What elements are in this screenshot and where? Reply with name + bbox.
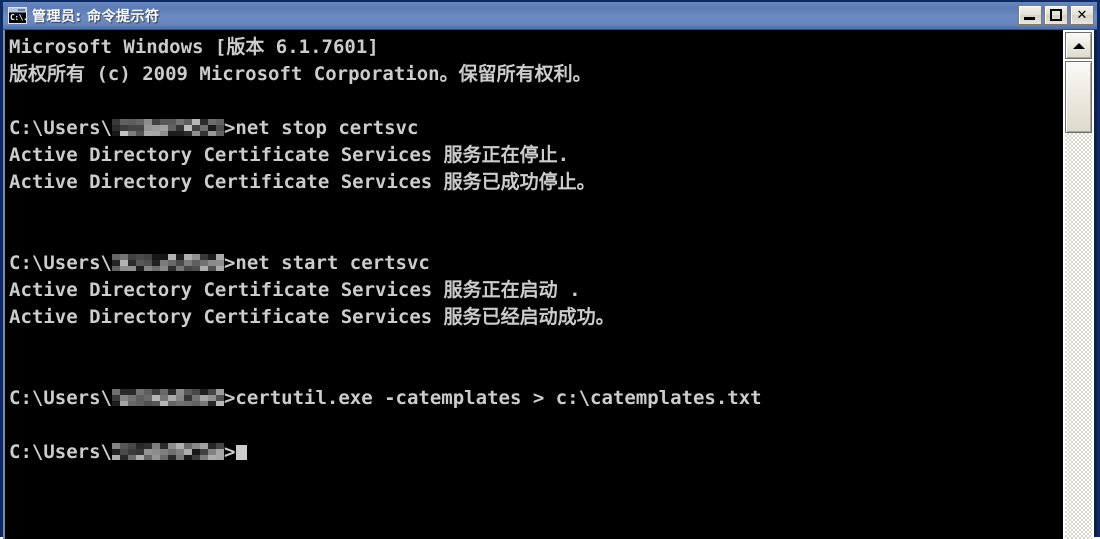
username-redacted [111, 389, 224, 406]
prompt-path-prefix: C:\Users\ [9, 252, 112, 274]
console-lines: Microsoft Windows [版本 6.1.7601] 版权所有 (c) … [9, 34, 1066, 466]
scroll-up-arrow-icon [1072, 42, 1085, 49]
prompt-caret: > [223, 441, 236, 463]
window-controls: ✕ [1018, 5, 1094, 25]
prompt-path-prefix: C:\Users\ [9, 441, 112, 463]
minimize-icon [1024, 17, 1035, 20]
scroll-track[interactable] [1065, 61, 1092, 539]
console-output-line: Active Directory Certificate Services 服务… [9, 171, 596, 193]
prompt-caret: > [223, 387, 236, 409]
maximize-button[interactable] [1044, 5, 1068, 25]
console-output-line: Active Directory Certificate Services 服务… [9, 306, 615, 328]
username-redacted [111, 443, 224, 460]
console-output-line: Microsoft Windows [版本 6.1.7601] [9, 36, 379, 58]
console-command: net start certsvc [235, 252, 430, 274]
console-scrollbar[interactable] [1063, 30, 1094, 539]
console-command: certutil.exe -catemplates > c:\catemplat… [235, 387, 762, 409]
console-prompt-line: C:\Users\ > [9, 439, 1066, 466]
command-prompt-window: C:\. 管理员: 命令提示符 ✕ Microsoft Windows [版本 … [0, 0, 1100, 539]
console-prompt-line: C:\Users\ >net start certsvc [9, 250, 1066, 277]
prompt-caret: > [223, 252, 236, 274]
cmd-console-icon: C:\. [8, 7, 28, 24]
prompt-caret: > [223, 117, 236, 139]
console-prompt-line: C:\Users\ >net stop certsvc [9, 115, 1066, 142]
console-output-line: 版权所有 (c) 2009 Microsoft Corporation。保留所有… [9, 63, 592, 85]
close-icon: ✕ [1076, 7, 1088, 23]
prompt-path-prefix: C:\Users\ [9, 117, 112, 139]
prompt-path-prefix: C:\Users\ [9, 387, 112, 409]
username-redacted [111, 119, 224, 136]
console-prompt-line: C:\Users\ >certutil.exe -catemplates > c:… [9, 385, 1066, 412]
console-command: net stop certsvc [235, 117, 419, 139]
console-cursor [236, 445, 248, 460]
scroll-thumb[interactable] [1065, 61, 1092, 133]
console-output-line: Active Directory Certificate Services 服务… [9, 144, 570, 166]
console-output-area[interactable]: Microsoft Windows [版本 6.1.7601] 版权所有 (c) … [3, 30, 1066, 539]
cmd-icon-glyph: C:\. [10, 13, 28, 22]
console-output-line: Active Directory Certificate Services 服务… [9, 279, 581, 301]
window-titlebar[interactable]: C:\. 管理员: 命令提示符 ✕ [3, 2, 1097, 30]
maximize-icon [1050, 9, 1062, 21]
close-button[interactable]: ✕ [1070, 5, 1094, 25]
username-redacted [111, 254, 224, 271]
minimize-button[interactable] [1018, 5, 1042, 25]
scroll-up-button[interactable] [1065, 32, 1092, 59]
window-title: 管理员: 命令提示符 [32, 8, 160, 25]
